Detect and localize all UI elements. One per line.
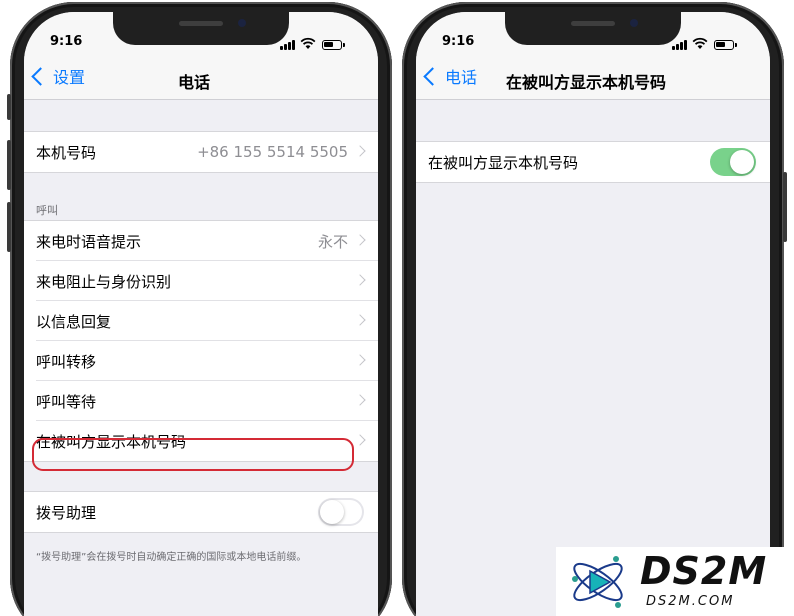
toggle-knob xyxy=(730,150,754,174)
notch xyxy=(505,12,681,45)
earpiece-speaker xyxy=(571,21,615,26)
back-button-label: 设置 xyxy=(53,68,86,87)
page-title: 电话 xyxy=(178,73,211,92)
chevron-left-icon xyxy=(423,66,442,86)
chevron-right-icon xyxy=(354,145,366,157)
row-show-caller-id[interactable]: 在被叫方显示本机号码 xyxy=(24,421,378,461)
row-dial-assist: 拨号助理 xyxy=(24,492,378,532)
status-time: 9:16 xyxy=(50,34,83,49)
front-camera xyxy=(630,19,638,27)
announce-calls-value: 永不 xyxy=(317,232,348,251)
row-label: 在被叫方显示本机号码 xyxy=(36,432,187,451)
mute-switch xyxy=(7,94,11,120)
row-label: 以信息回复 xyxy=(36,312,112,331)
front-camera xyxy=(238,19,246,27)
group-bottom-border xyxy=(24,172,378,173)
row-label: 来电时语音提示 xyxy=(36,232,142,251)
left-phone-screen: 9:16 设置 电话 本机号码 +86 155 5514 5505 呼叫 来电时… xyxy=(24,12,378,616)
chevron-right-icon xyxy=(354,394,366,406)
group-bottom-border xyxy=(416,182,770,183)
row-label: 在被叫方显示本机号码 xyxy=(428,153,579,172)
chevron-right-icon xyxy=(354,354,366,366)
group-bottom-border xyxy=(24,532,378,533)
watermark-subtitle: DS2M.COM xyxy=(646,594,735,609)
cellular-signal-icon xyxy=(672,40,688,50)
right-phone-screen: 9:16 电话 在被叫方显示本机号码 在被叫方显示本机号码 xyxy=(416,12,770,616)
chevron-right-icon xyxy=(354,274,366,286)
row-call-forwarding[interactable]: 呼叫转移 xyxy=(24,341,378,381)
side-button xyxy=(783,172,787,242)
row-call-waiting[interactable]: 呼叫等待 xyxy=(24,381,378,421)
row-label: 呼叫等待 xyxy=(36,392,97,411)
navigation-bar: 电话 在被叫方显示本机号码 xyxy=(416,52,770,100)
wifi-icon xyxy=(692,37,708,49)
row-label: 呼叫转移 xyxy=(36,352,97,371)
row-label: 本机号码 xyxy=(36,143,97,162)
wifi-icon xyxy=(300,37,316,49)
row-show-caller-id: 在被叫方显示本机号码 xyxy=(416,142,770,182)
chevron-right-icon xyxy=(354,434,366,446)
back-button-label: 电话 xyxy=(445,68,478,87)
back-button-phone[interactable]: 电话 xyxy=(422,61,477,91)
dial-assist-toggle[interactable] xyxy=(318,498,364,526)
notch xyxy=(113,12,289,45)
group-bottom-border xyxy=(24,461,378,462)
watermark-title: DS2M xyxy=(640,549,768,593)
section-header-calls: 呼叫 xyxy=(36,204,58,217)
page-title: 在被叫方显示本机号码 xyxy=(506,73,667,92)
row-label: 拨号助理 xyxy=(36,503,97,522)
atom-logo-icon xyxy=(572,556,623,608)
row-call-blocking[interactable]: 来电阻止与身份识别 xyxy=(24,261,378,301)
back-button-settings[interactable]: 设置 xyxy=(30,61,85,91)
dial-assist-footnote: “拨号助理”会在拨号时自动确定正确的国际或本地电话前缀。 xyxy=(36,552,307,563)
volume-down-button xyxy=(7,202,11,252)
toggle-knob xyxy=(320,500,344,524)
battery-icon xyxy=(714,40,737,50)
earpiece-speaker xyxy=(179,21,223,26)
phone-number-value: +86 155 5514 5505 xyxy=(197,143,348,161)
status-time: 9:16 xyxy=(442,34,475,49)
cellular-signal-icon xyxy=(280,40,296,50)
left-phone-frame: 9:16 设置 电话 本机号码 +86 155 5514 5505 呼叫 来电时… xyxy=(7,2,392,616)
row-my-number[interactable]: 本机号码 +86 155 5514 5505 xyxy=(24,132,378,172)
chevron-right-icon xyxy=(354,234,366,246)
chevron-left-icon xyxy=(31,66,50,86)
volume-up-button xyxy=(7,140,11,190)
watermark: DS2M DS2M.COM xyxy=(556,547,794,616)
right-phone-frame: 9:16 电话 在被叫方显示本机号码 在被叫方显示本机号码 xyxy=(402,2,787,616)
row-label: 来电阻止与身份识别 xyxy=(36,272,172,291)
chevron-right-icon xyxy=(354,314,366,326)
row-respond-with-text[interactable]: 以信息回复 xyxy=(24,301,378,341)
navigation-bar: 设置 电话 xyxy=(24,52,378,100)
show-caller-id-toggle[interactable] xyxy=(710,148,756,176)
battery-icon xyxy=(322,40,345,50)
row-announce-calls[interactable]: 来电时语音提示 永不 xyxy=(24,221,378,261)
